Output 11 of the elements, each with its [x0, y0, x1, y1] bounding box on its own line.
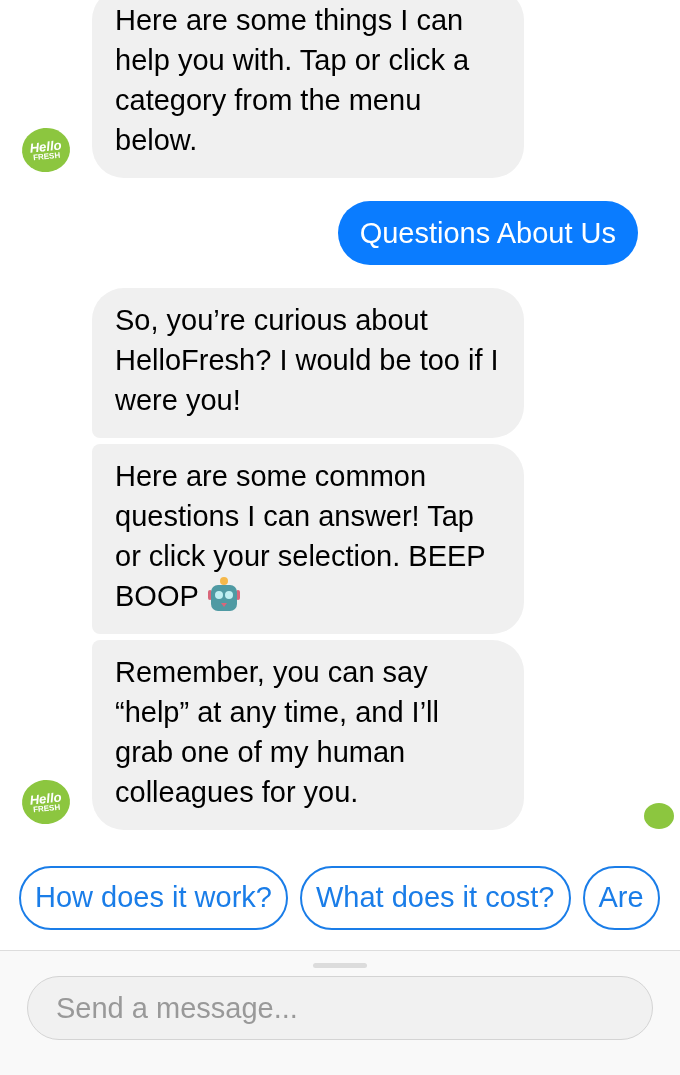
received-message: So, you’re curious about HelloFresh? I would be too if I were you!	[92, 288, 524, 438]
received-message: Here are some common questions I can answer! Tap or click your selection. BEEP BOOP	[92, 444, 524, 634]
quick-reply-button[interactable]: What does it cost?	[299, 866, 571, 930]
received-message: Remember, you can say “help” at any time, and I’ll grab one of my human colleagues for you.	[92, 640, 524, 830]
drag-handle[interactable]	[313, 963, 367, 968]
robot-icon	[206, 576, 241, 612]
received-message: Here are some things I can help you with. Tap or click a category from the menu below.	[92, 0, 524, 178]
quick-reply-button[interactable]: How does it work?	[19, 866, 288, 930]
quick-reply-button[interactable]: Are	[582, 866, 660, 930]
message-input-field[interactable]: Send a message...	[27, 976, 653, 1040]
sent-message: Questions About Us	[337, 201, 638, 265]
